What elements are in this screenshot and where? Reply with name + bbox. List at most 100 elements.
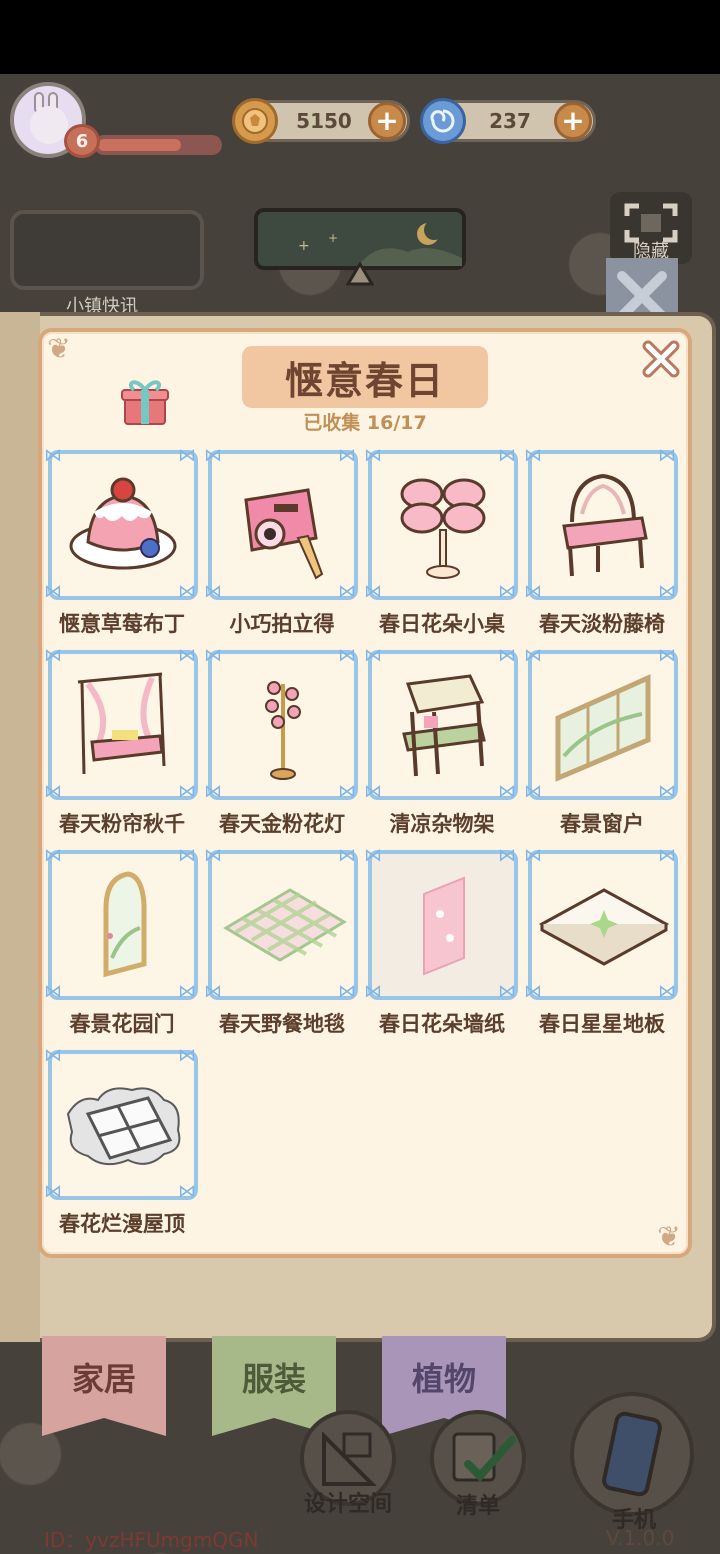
item-card-star-floor[interactable]: ⋈ ⋈ ⋈ ⋈ bbox=[524, 847, 678, 1001]
svg-text:+: + bbox=[328, 231, 338, 245]
bow-decoration-icon: ⋈ bbox=[338, 981, 356, 1002]
item-name: 春日花朵小桌 bbox=[379, 612, 505, 636]
news-panel[interactable] bbox=[10, 210, 204, 290]
item-card-garden-door[interactable]: ⋈ ⋈ ⋈ ⋈ bbox=[44, 847, 198, 1001]
item-card-instant-camera[interactable]: ⋈ ⋈ ⋈ ⋈ bbox=[204, 447, 358, 601]
bow-decoration-icon: ⋈ bbox=[658, 981, 676, 1002]
coin-icon bbox=[232, 98, 278, 144]
bow-decoration-icon: ⋈ bbox=[44, 981, 62, 1002]
item-name: 春景花园门 bbox=[69, 1012, 175, 1036]
bow-decoration-icon: ⋈ bbox=[178, 645, 196, 666]
bow-decoration-icon: ⋈ bbox=[364, 645, 382, 666]
item-name: 春景窗户 bbox=[560, 812, 644, 836]
bow-decoration-icon: ⋈ bbox=[44, 1045, 62, 1066]
item-card-rattan-chair[interactable]: ⋈ ⋈ ⋈ ⋈ bbox=[524, 447, 678, 601]
item-name: 春天淡粉藤椅 bbox=[539, 612, 665, 636]
bow-decoration-icon: ⋈ bbox=[498, 581, 516, 602]
gift-icon[interactable] bbox=[120, 374, 170, 428]
bow-decoration-icon: ⋈ bbox=[524, 445, 542, 466]
status-bar bbox=[0, 0, 720, 74]
item-card-flower-wallpaper[interactable]: ⋈ ⋈ ⋈ ⋈ bbox=[364, 847, 518, 1001]
item-card-floor-lamp[interactable]: ⋈ ⋈ ⋈ ⋈ bbox=[204, 647, 358, 801]
bow-decoration-icon: ⋈ bbox=[44, 845, 62, 866]
corner-ornament-icon: ❦ bbox=[47, 332, 71, 365]
item-name: 小巧拍立得 bbox=[229, 612, 335, 636]
add-gems-button[interactable]: + bbox=[554, 102, 592, 140]
item-name: 春花烂漫屋顶 bbox=[59, 1212, 185, 1236]
bow-decoration-icon: ⋈ bbox=[178, 1181, 196, 1202]
bow-decoration-icon: ⋈ bbox=[658, 581, 676, 602]
bow-decoration-icon: ⋈ bbox=[178, 1045, 196, 1066]
checklist-label: 清单 bbox=[455, 1494, 500, 1519]
item-name: 春日花朵墙纸 bbox=[379, 1012, 505, 1036]
corner-ornament-icon: ❦ bbox=[657, 1220, 681, 1253]
bow-decoration-icon: ⋈ bbox=[204, 781, 222, 802]
bow-decoration-icon: ⋈ bbox=[364, 581, 382, 602]
item-card-flower-roof[interactable]: ⋈ ⋈ ⋈ ⋈ bbox=[44, 1047, 198, 1201]
bow-decoration-icon: ⋈ bbox=[364, 845, 382, 866]
svg-text:+: + bbox=[298, 238, 310, 254]
item-name: 春天金粉花灯 bbox=[219, 812, 345, 836]
bow-decoration-icon: ⋈ bbox=[524, 981, 542, 1002]
bow-decoration-icon: ⋈ bbox=[338, 581, 356, 602]
item-name: 春日星星地板 bbox=[539, 1012, 665, 1036]
bow-decoration-icon: ⋈ bbox=[658, 781, 676, 802]
item-card-flower-table[interactable]: ⋈ ⋈ ⋈ ⋈ bbox=[364, 447, 518, 601]
bow-decoration-icon: ⋈ bbox=[44, 581, 62, 602]
bow-decoration-icon: ⋈ bbox=[204, 845, 222, 866]
bow-decoration-icon: ⋈ bbox=[338, 781, 356, 802]
item-card-storage-rack[interactable]: ⋈ ⋈ ⋈ ⋈ bbox=[364, 647, 518, 801]
day-night-panel[interactable]: + + bbox=[254, 208, 466, 270]
bow-decoration-icon: ⋈ bbox=[498, 845, 516, 866]
add-coins-button[interactable]: + bbox=[368, 102, 406, 140]
bow-decoration-icon: ⋈ bbox=[658, 645, 676, 666]
bow-decoration-icon: ⋈ bbox=[498, 981, 516, 1002]
xp-bar-fill bbox=[98, 139, 181, 151]
phone-button[interactable] bbox=[570, 1392, 694, 1516]
version-label: V.1.0.0 bbox=[606, 1526, 675, 1550]
bow-decoration-icon: ⋈ bbox=[338, 845, 356, 866]
bow-decoration-icon: ⋈ bbox=[44, 781, 62, 802]
avatar-face bbox=[30, 106, 68, 144]
bow-decoration-icon: ⋈ bbox=[524, 645, 542, 666]
gem-value: 237 bbox=[489, 109, 531, 133]
bow-decoration-icon: ⋈ bbox=[178, 981, 196, 1002]
bow-decoration-icon: ⋈ bbox=[364, 781, 382, 802]
bow-decoration-icon: ⋈ bbox=[498, 645, 516, 666]
item-card-swing[interactable]: ⋈ ⋈ ⋈ ⋈ bbox=[44, 647, 198, 801]
player-id: ID：yvzHFUmgmQGN bbox=[44, 1528, 259, 1552]
item-card-picnic-rug[interactable]: ⋈ ⋈ ⋈ ⋈ bbox=[204, 847, 358, 1001]
bow-decoration-icon: ⋈ bbox=[658, 845, 676, 866]
coin-value: 5150 bbox=[296, 109, 352, 133]
hide-ui-button[interactable]: 隐藏 bbox=[610, 192, 692, 264]
item-card-strawberry-pudding[interactable]: ⋈ ⋈ ⋈ ⋈ bbox=[44, 447, 198, 601]
bow-decoration-icon: ⋈ bbox=[178, 581, 196, 602]
design-space-label: 设计空间 bbox=[303, 1492, 392, 1517]
bow-decoration-icon: ⋈ bbox=[524, 581, 542, 602]
bow-decoration-icon: ⋈ bbox=[498, 781, 516, 802]
bow-decoration-icon: ⋈ bbox=[658, 445, 676, 466]
gem-swirl-icon bbox=[420, 98, 466, 144]
bow-decoration-icon: ⋈ bbox=[338, 445, 356, 466]
bow-decoration-icon: ⋈ bbox=[364, 981, 382, 1002]
item-card-window[interactable]: ⋈ ⋈ ⋈ ⋈ bbox=[524, 647, 678, 801]
level-badge: 6 bbox=[64, 124, 100, 158]
panel-pointer-icon bbox=[345, 261, 375, 286]
bow-decoration-icon: ⋈ bbox=[364, 445, 382, 466]
bow-decoration-icon: ⋈ bbox=[524, 845, 542, 866]
bow-decoration-icon: ⋈ bbox=[44, 645, 62, 666]
bow-decoration-icon: ⋈ bbox=[178, 781, 196, 802]
bow-decoration-icon: ⋈ bbox=[178, 445, 196, 466]
collected-count: 已收集 16/17 bbox=[303, 412, 427, 434]
bow-decoration-icon: ⋈ bbox=[204, 645, 222, 666]
item-name: 清凉杂物架 bbox=[389, 812, 495, 836]
bow-decoration-icon: ⋈ bbox=[44, 1181, 62, 1202]
close-icon[interactable] bbox=[640, 338, 682, 380]
collection-title: 惬意春日 bbox=[242, 346, 488, 408]
bow-decoration-icon: ⋈ bbox=[44, 445, 62, 466]
bow-decoration-icon: ⋈ bbox=[524, 781, 542, 802]
item-name: 惬意草莓布丁 bbox=[59, 612, 185, 636]
item-name: 春天野餐地毯 bbox=[219, 1012, 345, 1036]
book-spine bbox=[0, 312, 40, 1342]
bow-decoration-icon: ⋈ bbox=[204, 445, 222, 466]
